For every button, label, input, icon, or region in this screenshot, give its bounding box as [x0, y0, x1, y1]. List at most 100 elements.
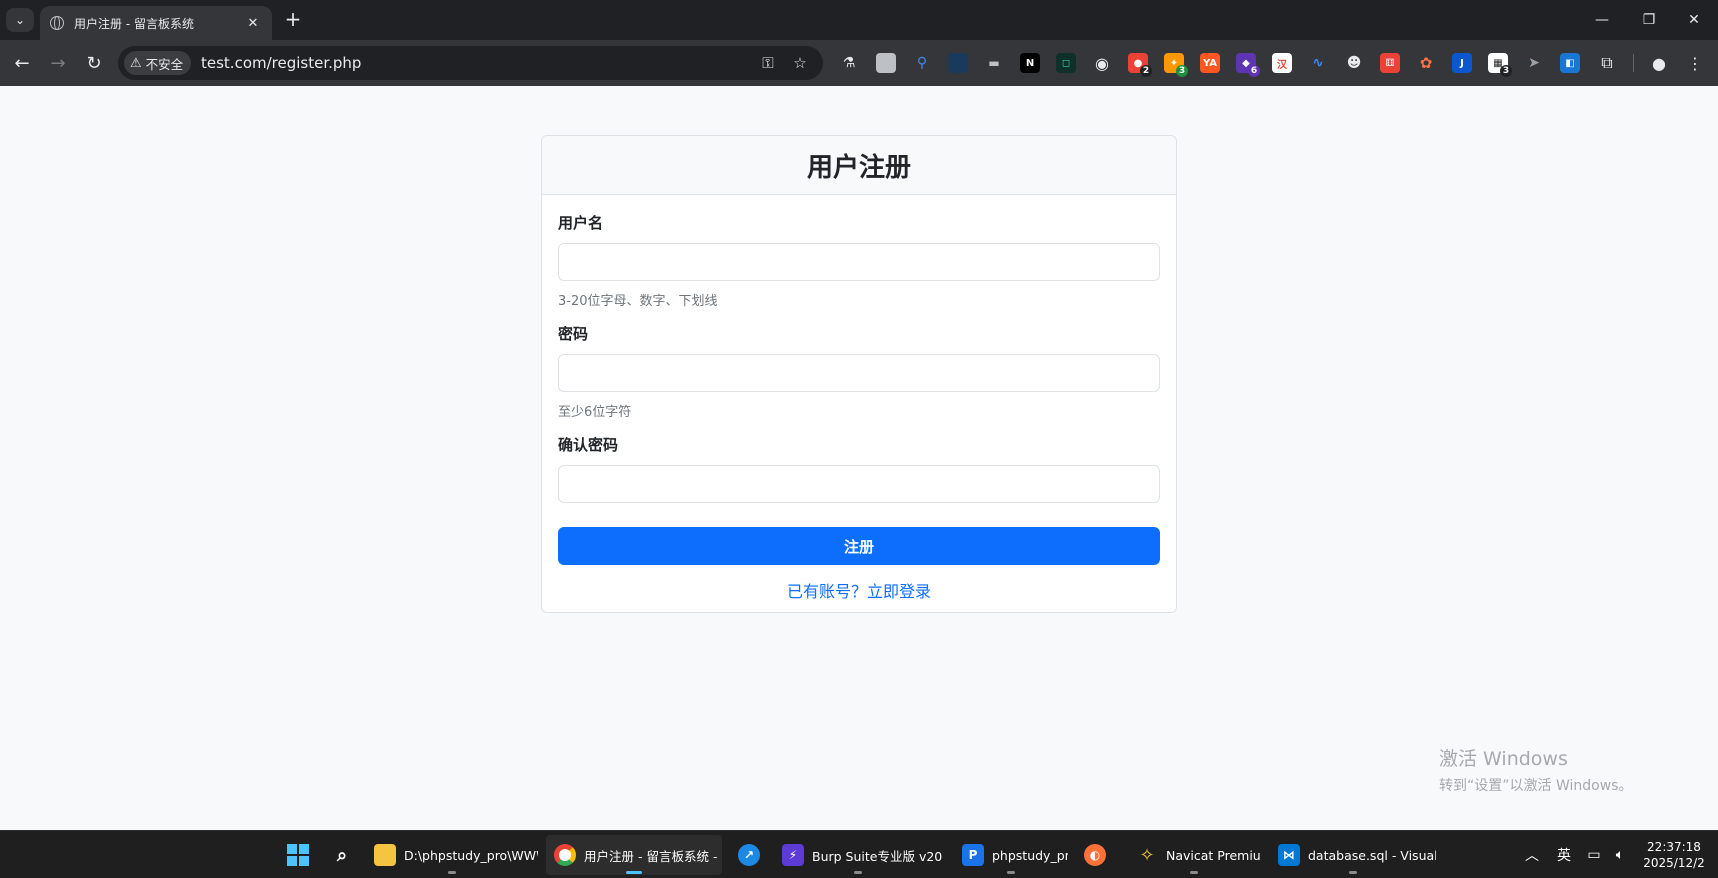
extension-swatch-icon[interactable]: ◧: [1560, 53, 1580, 73]
folder-icon: [374, 844, 396, 866]
ime-indicator[interactable]: 英: [1554, 831, 1574, 878]
globe-icon: [50, 16, 64, 30]
system-clock[interactable]: 22:37:18 2025/12/2: [1636, 839, 1712, 871]
taskbar-app-burp[interactable]: ⚡ Burp Suite专业版 v2024: [774, 835, 942, 875]
extension-cn-icon[interactable]: 汉: [1272, 53, 1292, 73]
security-label: 不安全: [145, 56, 184, 72]
confirm-password-input[interactable]: [558, 465, 1160, 503]
login-link[interactable]: 已有账号？立即登录: [542, 578, 1176, 602]
windows-taskbar: ⌕ D:\phpstudy_pro\WWW 用户注册 - 留言板系统 - ↗ ⚡…: [0, 830, 1718, 878]
tab-title: 用户注册 - 留言板系统: [74, 16, 194, 31]
navicat-icon: ✧: [1139, 844, 1155, 866]
password-label: 密码: [558, 325, 589, 343]
running-indicator: [1190, 871, 1198, 874]
profile-icon[interactable]: ●: [1648, 52, 1670, 74]
password-hint: 至少6位字符: [558, 405, 632, 420]
username-label: 用户名: [558, 214, 604, 232]
taskbar-app-browser[interactable]: ↗: [730, 835, 768, 875]
running-indicator: [1349, 871, 1357, 874]
security-chip[interactable]: ⚠ 不安全: [124, 51, 192, 75]
watermark-title: 激活 Windows: [1439, 748, 1568, 770]
taskbar-app-phpstudy[interactable]: P phpstudy_pro: [954, 835, 1068, 875]
tab-search-icon[interactable]: ⌄: [6, 8, 34, 32]
extension-badge: 2: [1140, 65, 1152, 77]
extension-circle-icon[interactable]: ◉: [1092, 53, 1112, 73]
address-bar[interactable]: ⚠ 不安全 test.com/register.php ⚿ ☆: [118, 46, 823, 80]
search-button[interactable]: ⌕: [324, 835, 360, 875]
minimize-icon[interactable]: —: [1580, 0, 1624, 40]
page-title: 用户注册: [806, 152, 911, 183]
url-text[interactable]: test.com/register.php: [201, 54, 361, 72]
username-hint: 3-20位字母、数字、下划线: [558, 294, 718, 309]
extension-js-icon[interactable]: J: [1452, 53, 1472, 73]
extension-hat-icon[interactable]: ▬: [984, 53, 1004, 73]
windows-activation-watermark: 激活 Windows 转到“设置”以激活 Windows。: [1439, 744, 1632, 795]
browser-tab-active[interactable]: 用户注册 - 留言板系统 ✕: [40, 6, 272, 40]
menu-kebab-icon[interactable]: ⋮: [1684, 52, 1706, 74]
taskbar-app-label: phpstudy_pro: [992, 847, 1068, 863]
extension-qr-icon[interactable]: ▦ 3: [1488, 53, 1512, 77]
network-icon[interactable]: ▭: [1584, 831, 1604, 878]
warning-icon: ⚠: [130, 55, 142, 71]
phpstudy-icon: P: [962, 844, 984, 866]
back-icon[interactable]: ←: [8, 50, 36, 76]
extension-folder-icon[interactable]: [948, 53, 968, 73]
reload-icon[interactable]: ↻: [80, 50, 108, 76]
taskbar-app-file-explorer[interactable]: D:\phpstudy_pro\WWW: [366, 835, 538, 875]
start-button[interactable]: [280, 835, 316, 875]
taskbar-app-firefox[interactable]: ◐: [1076, 835, 1114, 875]
restore-icon[interactable]: ❐: [1627, 0, 1671, 40]
volume-icon[interactable]: 🔈︎: [1610, 831, 1630, 878]
compass-icon: ↗: [738, 844, 760, 866]
confirm-password-label: 确认密码: [558, 436, 619, 454]
taskbar-app-label: database.sql - Visual Stu: [1308, 847, 1436, 863]
extension-cookie-icon[interactable]: ✿: [1416, 53, 1436, 73]
extension-cube-icon[interactable]: ◆ 6: [1236, 53, 1260, 77]
extension-square-icon[interactable]: ◻: [1056, 53, 1076, 73]
username-input[interactable]: [558, 243, 1160, 281]
extension-panel-icon[interactable]: [876, 53, 896, 73]
forward-icon[interactable]: →: [44, 50, 72, 76]
extension-translate-icon[interactable]: YA: [1200, 53, 1220, 73]
firefox-icon: ◐: [1084, 844, 1106, 866]
browser-toolbar: ← → ↻ ⚠ 不安全 test.com/register.php ⚿ ☆ ⚗ …: [0, 40, 1718, 86]
running-indicator: [1007, 871, 1015, 874]
taskbar-app-label: D:\phpstudy_pro\WWW: [404, 847, 538, 863]
browser-tab-bar: ⌄ 用户注册 - 留言板系统 ✕ + — ❐ ✕: [0, 0, 1718, 40]
bookmark-star-icon[interactable]: ☆: [790, 53, 810, 73]
password-input[interactable]: [558, 354, 1160, 392]
taskbar-app-navicat[interactable]: ✧ Navicat Premium: [1128, 835, 1260, 875]
password-key-icon[interactable]: ⚿: [758, 53, 778, 73]
extension-tools-icon[interactable]: ✦ 3: [1164, 53, 1188, 77]
extension-dice-icon[interactable]: ⚅: [1380, 53, 1400, 73]
extension-wave-icon[interactable]: ∿: [1308, 53, 1328, 73]
extension-badge: 3: [1176, 65, 1188, 77]
taskbar-app-label: Burp Suite专业版 v2024: [812, 848, 942, 864]
card-header: 用户注册: [542, 136, 1176, 195]
extension-pin-icon[interactable]: ⚲: [912, 53, 932, 73]
taskbar-app-chrome[interactable]: 用户注册 - 留言板系统 -: [546, 835, 722, 875]
extension-bug-icon[interactable]: ● 2: [1128, 53, 1152, 77]
clock-date: 2025/12/2: [1643, 856, 1705, 870]
tray-chevron-up-icon[interactable]: ︿: [1522, 831, 1542, 878]
windows-logo-icon: [287, 844, 309, 866]
clock-time: 22:37:18: [1647, 840, 1701, 854]
window-close-icon[interactable]: ✕: [1672, 0, 1716, 40]
burp-suite-icon: ⚡: [782, 844, 804, 866]
new-tab-icon[interactable]: +: [281, 8, 305, 32]
extension-mask-icon[interactable]: ☻: [1344, 53, 1364, 73]
running-indicator: [854, 871, 862, 874]
active-indicator: [626, 871, 642, 874]
extension-flask-icon[interactable]: ⚗: [839, 53, 859, 73]
extension-badge: 6: [1248, 65, 1260, 77]
toolbar-divider: [1633, 54, 1634, 72]
taskbar-app-vscode[interactable]: ⋈ database.sql - Visual Stu: [1270, 835, 1436, 875]
extension-n-icon[interactable]: N: [1020, 53, 1040, 73]
register-button[interactable]: 注册: [558, 527, 1160, 565]
tab-close-icon[interactable]: ✕: [244, 16, 262, 31]
extension-arrow-icon[interactable]: ➤: [1524, 53, 1544, 73]
extensions-puzzle-icon[interactable]: ⧉: [1596, 52, 1618, 74]
watermark-subtitle: 转到“设置”以激活 Windows。: [1439, 778, 1633, 794]
extension-badge: 3: [1500, 65, 1512, 77]
taskbar-app-label: Navicat Premium: [1166, 847, 1260, 863]
